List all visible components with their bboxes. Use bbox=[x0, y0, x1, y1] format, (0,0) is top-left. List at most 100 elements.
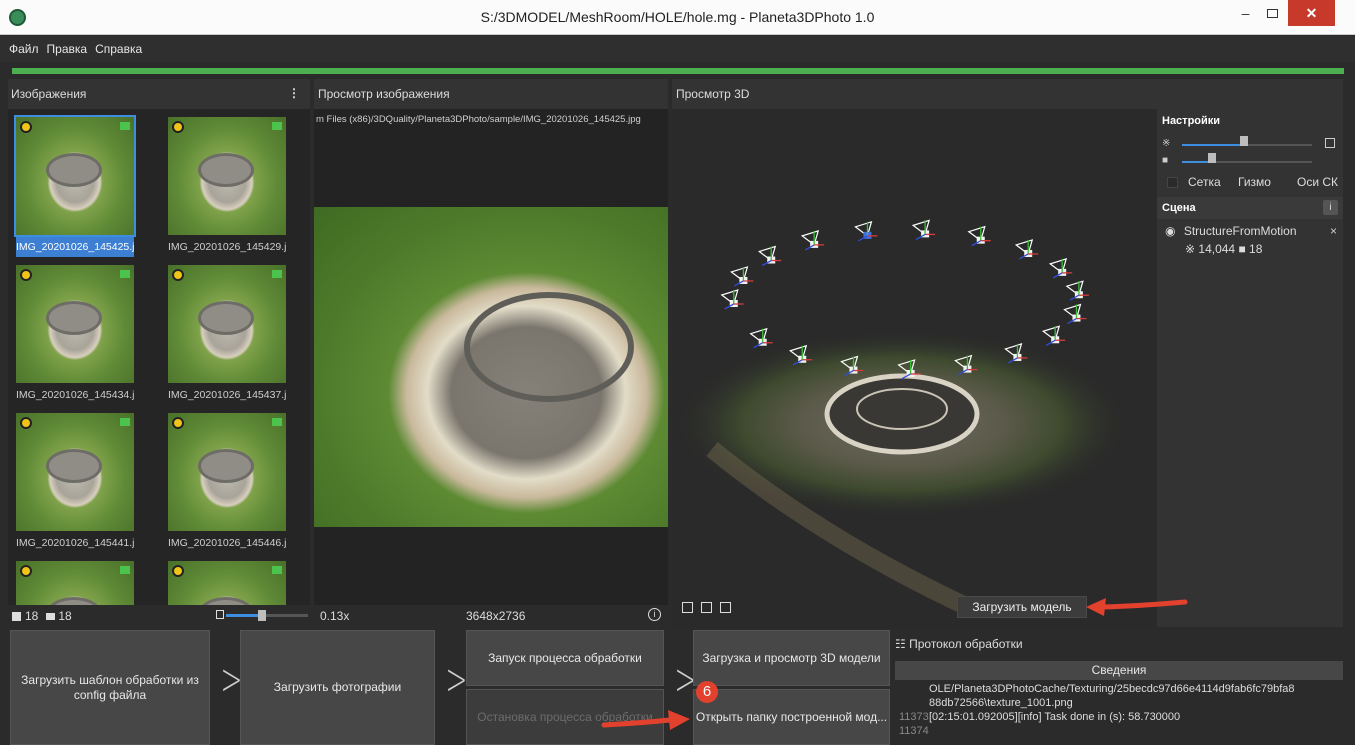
viewer3d-canvas[interactable]: Загрузить модель bbox=[672, 109, 1157, 627]
camera-icon bbox=[120, 566, 130, 574]
scene-item-label: StructureFromMotion bbox=[1183, 224, 1297, 238]
camera-icon bbox=[120, 418, 130, 426]
thumbnail[interactable]: IMG_20201026_145441.jpg bbox=[16, 413, 134, 564]
image-viewer-footer: 0.13x 3648x2736 i bbox=[314, 605, 668, 627]
thumbnail-image bbox=[16, 561, 134, 605]
camera-frustum bbox=[720, 289, 744, 310]
intrinsics-badge-icon bbox=[20, 565, 32, 577]
image-viewer[interactable]: m Files (x86)/3DQuality/Planeta3DPhoto/s… bbox=[314, 109, 668, 605]
menu-help[interactable]: Справка bbox=[95, 42, 142, 56]
maximize-icon bbox=[1267, 8, 1278, 18]
slider-handle[interactable] bbox=[1208, 153, 1216, 163]
scene-header: Сцена i bbox=[1157, 197, 1343, 219]
close-button[interactable]: ✕ bbox=[1288, 0, 1335, 26]
grid-label: Сетка bbox=[1188, 175, 1221, 189]
camera-frustum bbox=[854, 220, 878, 242]
thumbnail[interactable] bbox=[16, 561, 134, 605]
scene-info-icon[interactable]: i bbox=[1323, 200, 1338, 215]
images-panel-header: Изображения ⋮ bbox=[8, 79, 310, 109]
log-line: OLE/Planeta3DPhotoCache/Texturing/25becd… bbox=[929, 683, 1295, 695]
remove-icon[interactable]: × bbox=[1330, 224, 1337, 238]
viewer3d-title: Просмотр 3D bbox=[676, 87, 750, 101]
thumbnail[interactable]: IMG_20201026_145429.jpg bbox=[168, 117, 286, 268]
log-tab-details[interactable]: Сведения bbox=[895, 661, 1343, 680]
log-line: 11374 bbox=[899, 725, 929, 737]
processing-log: ☷ Протокол обработки Сведения OLE/Planet… bbox=[895, 627, 1343, 745]
thumbnail[interactable]: IMG_20201026_145425.jpg bbox=[14, 115, 136, 268]
window-title: S:/3DMODEL/MeshRoom/HOLE/hole.mg - Plane… bbox=[480, 9, 875, 25]
points-count: 14,044 bbox=[1198, 242, 1236, 256]
menu-edit[interactable]: Правка bbox=[47, 42, 88, 56]
open-model-folder-button[interactable]: Открыть папку построенной мод... bbox=[693, 689, 890, 745]
single-view-icon[interactable] bbox=[682, 602, 693, 613]
log-line: 88db72566\texture_1001.png bbox=[929, 697, 1073, 709]
load-model-button[interactable]: Загрузить модель bbox=[957, 596, 1087, 618]
grid-checkbox[interactable]: Сетка bbox=[1167, 175, 1221, 189]
camera-frustum bbox=[967, 225, 991, 247]
preview-image bbox=[314, 207, 668, 527]
camera-frustum bbox=[757, 245, 782, 267]
thumbnail[interactable] bbox=[168, 561, 286, 605]
chevron-right-icon: > bbox=[445, 654, 468, 705]
thumbnail-label: IMG_20201026_145434.jpg bbox=[16, 389, 134, 401]
thumbnail-label: IMG_20201026_145437.jpg bbox=[168, 389, 286, 401]
axes-checkbox[interactable]: Оси СК bbox=[1297, 175, 1338, 189]
image-resolution: 3648x2736 bbox=[466, 609, 526, 623]
manhole-points bbox=[824, 373, 980, 455]
camera-frustum bbox=[749, 327, 773, 349]
load-view-3d-button[interactable]: Загрузка и просмотр 3D модели bbox=[693, 630, 890, 686]
viewer3d-side-panel: Настройки ※ ■ Сетка Гизмо Оси СК Сцена i… bbox=[1157, 109, 1343, 627]
settings-title: Настройки bbox=[1162, 115, 1221, 127]
start-processing-button[interactable]: Запуск процесса обработки bbox=[466, 630, 664, 686]
load-template-button[interactable]: Загрузить шаблон обработки из config фай… bbox=[10, 630, 210, 745]
stop-processing-button[interactable]: Остановка процесса обработки bbox=[466, 689, 664, 745]
info-icon[interactable]: i bbox=[648, 608, 661, 621]
scene-item-structurefrommotion[interactable]: ◉ StructureFromMotion × bbox=[1165, 224, 1337, 238]
point-size-slider[interactable]: ※ bbox=[1162, 136, 1337, 153]
camera-icon bbox=[272, 418, 282, 426]
slider-handle[interactable] bbox=[1240, 136, 1248, 146]
camera-frustum bbox=[1063, 303, 1087, 325]
camera-icon bbox=[272, 566, 282, 574]
images-panel-title: Изображения bbox=[11, 87, 87, 101]
grid-view-icon[interactable] bbox=[701, 602, 712, 613]
thumbnail-label: IMG_20201026_145425.jpg bbox=[16, 237, 134, 257]
intrinsics-badge-icon bbox=[20, 417, 32, 429]
thumbnail[interactable]: IMG_20201026_145437.jpg bbox=[168, 265, 286, 416]
intrinsics-badge-icon bbox=[20, 121, 32, 133]
image-gallery[interactable]: IMG_20201026_145425.jpg IMG_20201026_145… bbox=[8, 109, 310, 605]
points-icon: ※ bbox=[1185, 242, 1196, 256]
log-settings-icon[interactable]: ☷ bbox=[895, 637, 906, 651]
maximize-button[interactable] bbox=[1259, 0, 1286, 26]
slider-handle[interactable] bbox=[258, 610, 266, 621]
log-header: ☷ Протокол обработки bbox=[895, 637, 1023, 651]
camera-icon bbox=[272, 122, 282, 130]
minimize-button[interactable]: – bbox=[1232, 0, 1259, 26]
fixed-size-icon[interactable] bbox=[1325, 138, 1335, 148]
thumbnail[interactable]: IMG_20201026_145446.jpg bbox=[168, 413, 286, 564]
eye-icon[interactable]: ◉ bbox=[1165, 224, 1175, 238]
intrinsics-badge-icon bbox=[172, 565, 184, 577]
hatch-view-icon[interactable] bbox=[720, 602, 731, 613]
step-number-badge: 6 bbox=[696, 681, 718, 703]
images-icon bbox=[12, 611, 21, 621]
more-options-icon[interactable]: ⋮ bbox=[288, 86, 300, 100]
gallery-footer: 18 18 bbox=[8, 605, 310, 627]
thumbnail-image bbox=[16, 413, 134, 531]
camera-icon: ■ bbox=[1162, 155, 1169, 166]
camera-frustum bbox=[1048, 257, 1073, 279]
thumbnail-size-slider[interactable] bbox=[216, 610, 308, 621]
title-bar: S:/3DMODEL/MeshRoom/HOLE/hole.mg - Plane… bbox=[0, 0, 1355, 35]
menu-file[interactable]: Файл bbox=[9, 42, 39, 56]
gizmo-label: Гизмо bbox=[1238, 175, 1271, 189]
load-photos-button[interactable]: Загрузить фотографии bbox=[240, 630, 435, 745]
thumbnail-label: IMG_20201026_145446.jpg bbox=[168, 537, 286, 549]
camera-frustum bbox=[1065, 280, 1089, 301]
progress-fill bbox=[12, 68, 1344, 74]
camera-size-slider[interactable]: ■ bbox=[1162, 153, 1337, 170]
camera-frustum bbox=[800, 229, 825, 251]
gizmo-checkbox[interactable]: Гизмо bbox=[1238, 175, 1271, 189]
camera-icon bbox=[120, 122, 130, 130]
thumbnail[interactable]: IMG_20201026_145434.jpg bbox=[16, 265, 134, 416]
points-icon: ※ bbox=[1162, 138, 1171, 149]
